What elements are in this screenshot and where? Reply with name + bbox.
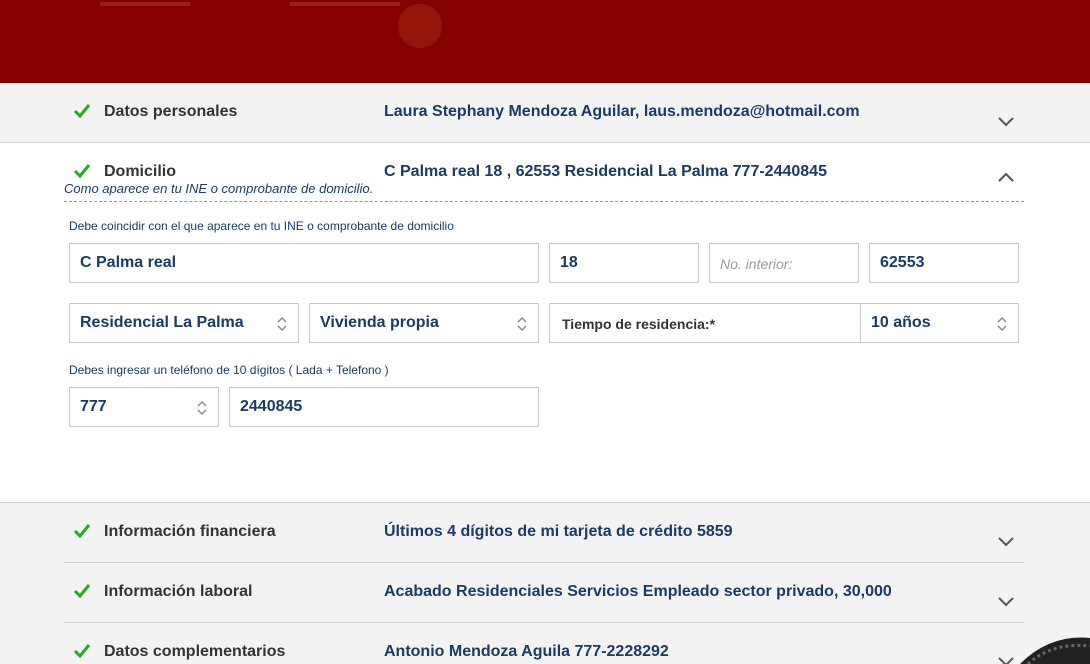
- tire-decoration: [1020, 637, 1090, 664]
- section-label: Datos complementarios: [104, 643, 286, 660]
- section-datos-complementarios[interactable]: Datos complementarios Antonio Mendoza Ag…: [0, 623, 1090, 664]
- phone-value: 2440845: [240, 398, 303, 415]
- section-label: Datos personales: [104, 103, 238, 120]
- dashed-divider: [64, 201, 1024, 202]
- zip-value: 62553: [880, 254, 925, 271]
- ine-hint: Como aparece en tu INE o comprobante de …: [64, 181, 374, 196]
- int-number-input[interactable]: No. interior:: [709, 243, 859, 283]
- chevron-down-icon[interactable]: [996, 115, 1016, 129]
- section-summary: Acabado Residenciales Servicios Empleado…: [384, 583, 892, 600]
- zip-input[interactable]: 62553: [869, 243, 1019, 283]
- lada-select[interactable]: 777: [69, 387, 219, 427]
- housing-type-select[interactable]: Vivienda propia: [309, 303, 539, 343]
- select-updown-icon: [997, 317, 1007, 331]
- section-summary: Últimos 4 dígitos de mi tarjeta de crédi…: [384, 523, 733, 540]
- select-updown-icon: [197, 401, 207, 415]
- check-icon: [73, 584, 91, 599]
- ext-number-input[interactable]: 18: [549, 243, 699, 283]
- phone-input[interactable]: 2440845: [229, 387, 539, 427]
- chevron-down-icon[interactable]: [996, 595, 1016, 609]
- section-label: Información laboral: [104, 583, 253, 600]
- chevron-down-icon[interactable]: [996, 535, 1016, 549]
- section-domicilio[interactable]: Domicilio C Palma real 18 , 62553 Reside…: [0, 143, 1090, 183]
- section-summary: Antonio Mendoza Aguila 777-2228292: [384, 643, 669, 660]
- section-summary: C Palma real 18 , 62553 Residencial La P…: [384, 163, 827, 180]
- section-informacion-financiera[interactable]: Información financiera Últimos 4 dígitos…: [0, 503, 1090, 562]
- housing-type-value: Vivienda propia: [320, 314, 439, 331]
- match-hint: Debe coincidir con el que aparece en tu …: [69, 219, 454, 233]
- section-informacion-laboral[interactable]: Información laboral Acabado Residenciale…: [0, 563, 1090, 622]
- select-updown-icon: [517, 317, 527, 331]
- section-label: Información financiera: [104, 523, 276, 540]
- header-watermark: [100, 0, 460, 48]
- residence-time-label: Tiempo de residencia:*: [562, 316, 716, 332]
- field-divider: [860, 304, 861, 342]
- check-icon: [73, 104, 91, 119]
- check-icon: [73, 644, 91, 659]
- lada-value: 777: [80, 398, 107, 415]
- section-datos-personales[interactable]: Datos personales Laura Stephany Mendoza …: [0, 83, 1090, 143]
- section-summary: Laura Stephany Mendoza Aguilar, laus.men…: [384, 103, 860, 120]
- section-label: Domicilio: [104, 163, 177, 180]
- chevron-up-icon[interactable]: [996, 170, 1016, 184]
- int-number-placeholder: No. interior:: [720, 256, 793, 272]
- header-banner: [0, 0, 1090, 83]
- colonia-select[interactable]: Residencial La Palma: [69, 303, 299, 343]
- ext-number-value: 18: [560, 254, 578, 271]
- residence-time-value: 10 años: [871, 314, 931, 331]
- phone-hint: Debes ingresar un teléfono de 10 dígitos…: [69, 363, 389, 377]
- colonia-value: Residencial La Palma: [80, 314, 244, 331]
- street-input[interactable]: C Palma real: [69, 243, 539, 283]
- check-icon: [73, 524, 91, 539]
- check-icon: [73, 164, 91, 179]
- residence-time-field[interactable]: Tiempo de residencia:* 10 años: [549, 303, 1019, 343]
- select-updown-icon: [277, 317, 287, 331]
- street-value: C Palma real: [80, 254, 177, 271]
